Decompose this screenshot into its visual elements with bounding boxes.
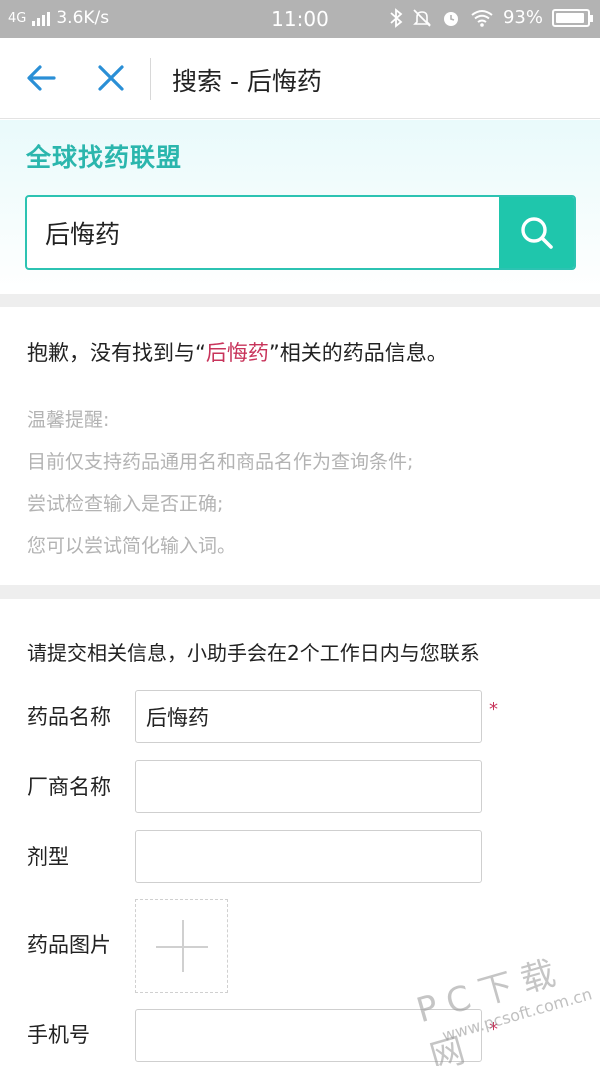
mute-icon xyxy=(413,8,431,27)
status-bar: 4G 3.6K/s 11:00 93% xyxy=(0,0,600,38)
title-divider xyxy=(150,58,151,100)
tip-title: 温馨提醒: xyxy=(27,409,110,431)
image-label: 药品图片 xyxy=(27,933,111,957)
msg-prefix: 抱歉，没有找到与“ xyxy=(27,341,206,365)
search-box xyxy=(25,195,576,270)
bluetooth-icon xyxy=(390,7,403,28)
phone-input[interactable] xyxy=(135,1009,482,1062)
wifi-icon xyxy=(471,9,493,27)
battery-fill xyxy=(556,12,584,23)
page-title: 搜索 - 后悔药 xyxy=(172,67,322,96)
form-intro: 请提交相关信息，小助手会在2个工作日内与您联系 xyxy=(27,641,480,665)
tip-item: 您可以尝试简化输入词。 xyxy=(27,535,237,557)
msg-suffix: ”相关的药品信息。 xyxy=(268,341,448,365)
status-right: 93% xyxy=(389,7,593,28)
title-bar: 搜索 - 后悔药 xyxy=(0,38,600,119)
required-mark: * xyxy=(489,1019,498,1040)
search-button[interactable] xyxy=(499,197,574,268)
dosage-label: 剂型 xyxy=(27,845,69,869)
maker-label: 厂商名称 xyxy=(27,775,111,799)
add-image-button[interactable] xyxy=(135,899,228,993)
dosage-input[interactable] xyxy=(135,830,482,883)
section-gap xyxy=(0,585,600,599)
phone-label: 手机号 xyxy=(27,1023,90,1047)
battery-percent: 93% xyxy=(502,7,543,28)
required-mark: * xyxy=(489,699,498,720)
tip-item: 目前仅支持药品通用名和商品名作为查询条件; xyxy=(27,451,414,473)
battery-icon xyxy=(552,8,593,27)
drug-name-input[interactable] xyxy=(135,690,482,743)
feedback-form: 请提交相关信息，小助手会在2个工作日内与您联系 药品名称 * 厂商名称 剂型 药… xyxy=(0,599,600,1066)
search-keyword: 后悔药 xyxy=(205,341,269,365)
result-section: 抱歉，没有找到与“后悔药”相关的药品信息。 温馨提醒: 目前仅支持药品通用名和商… xyxy=(0,307,600,585)
tips-list: 温馨提醒: 目前仅支持药品通用名和商品名作为查询条件; 尝试检查输入是否正确; … xyxy=(27,399,413,567)
close-icon[interactable] xyxy=(94,60,128,96)
maker-input[interactable] xyxy=(135,760,482,813)
no-result-message: 抱歉，没有找到与“后悔药”相关的药品信息。 xyxy=(27,337,448,367)
search-icon xyxy=(520,216,553,249)
search-section: 全球找药联盟 xyxy=(0,120,600,294)
search-input[interactable] xyxy=(27,197,501,268)
drug-name-label: 药品名称 xyxy=(27,705,111,729)
back-arrow-icon[interactable] xyxy=(24,60,60,96)
brand-title: 全球找药联盟 xyxy=(26,143,183,172)
tip-item: 尝试检查输入是否正确; xyxy=(27,493,224,515)
alarm-icon xyxy=(443,11,458,26)
section-gap xyxy=(0,294,600,307)
